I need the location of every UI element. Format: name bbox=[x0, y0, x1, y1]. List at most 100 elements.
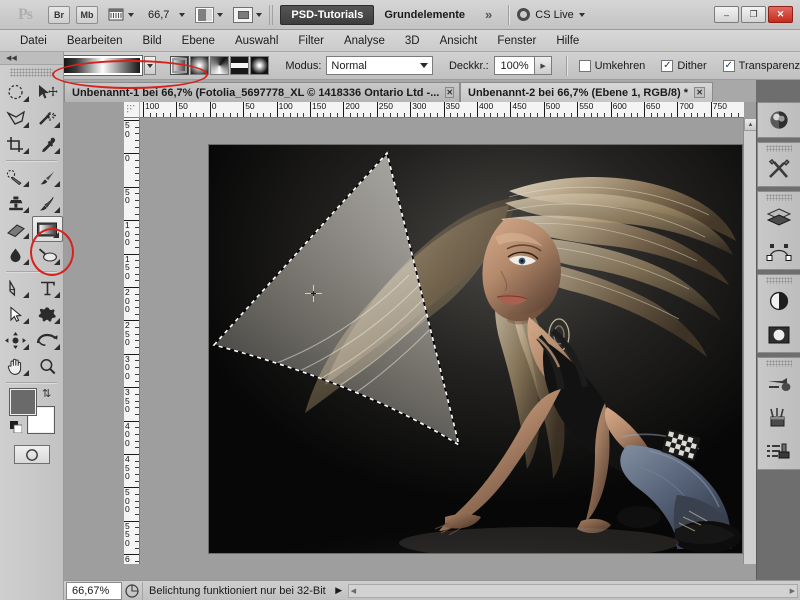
panel-button-mask[interactable] bbox=[758, 284, 800, 318]
reverse-checkbox[interactable] bbox=[578, 59, 591, 72]
arrange-documents-menu[interactable] bbox=[195, 6, 224, 23]
vertical-scrollbar[interactable]: ▲ bbox=[743, 118, 757, 564]
zoom-level-dropdown[interactable] bbox=[179, 12, 186, 17]
tool-crop[interactable] bbox=[0, 131, 32, 157]
panel-button-tool-presets[interactable] bbox=[758, 435, 800, 469]
toolbox-grip[interactable] bbox=[10, 68, 53, 77]
tool-3d-object-rotate[interactable] bbox=[0, 327, 32, 353]
menu-ebene[interactable]: Ebene bbox=[172, 35, 225, 47]
tool-move[interactable] bbox=[32, 79, 64, 105]
canvas-image[interactable] bbox=[209, 145, 742, 553]
panel-button-paths[interactable] bbox=[758, 235, 800, 269]
tool-3d-camera-rotate[interactable] bbox=[32, 327, 64, 353]
tool-history-brush[interactable] bbox=[32, 190, 64, 216]
workspace-tab-grundelemente[interactable]: Grundelemente bbox=[374, 5, 475, 25]
menu-analyse[interactable]: Analyse bbox=[334, 35, 395, 47]
tool-path-selection[interactable] bbox=[0, 301, 32, 327]
cs-live-menu[interactable]: CS Live bbox=[517, 8, 585, 21]
tool-custom-shape[interactable] bbox=[32, 301, 64, 327]
screen-mode-menu[interactable] bbox=[233, 6, 263, 23]
gradient-type-linear-button[interactable] bbox=[170, 56, 190, 75]
panel-button-brush-presets[interactable] bbox=[758, 367, 800, 401]
restore-button[interactable]: ❐ bbox=[741, 6, 766, 23]
menu-hilfe[interactable]: Hilfe bbox=[546, 35, 589, 47]
vertical-ruler[interactable]: 50050100150200250300350400450500550600 bbox=[124, 118, 140, 564]
menu-bild[interactable]: Bild bbox=[132, 35, 171, 47]
tool-blur[interactable] bbox=[0, 242, 32, 268]
dock-grip[interactable] bbox=[766, 145, 792, 152]
document-tab-unbenannt-1[interactable]: Unbenannt-1 bei 66,7% (Fotolia_5697778_X… bbox=[64, 82, 460, 102]
tool-type[interactable] bbox=[32, 275, 64, 301]
panel-button-adjustments[interactable] bbox=[758, 152, 800, 186]
workspace-tab-psd-tutorials[interactable]: PSD-Tutorials bbox=[280, 4, 375, 25]
transparency-checkbox[interactable]: ✓ bbox=[722, 59, 735, 72]
opacity-slider-button[interactable]: ▶ bbox=[535, 56, 552, 75]
menu-ansicht[interactable]: Ansicht bbox=[430, 35, 488, 47]
tool-magic-wand[interactable] bbox=[32, 105, 64, 131]
ruler-corner[interactable] bbox=[124, 102, 140, 118]
tool-gradient[interactable] bbox=[31, 216, 63, 242]
tool-pen[interactable] bbox=[0, 275, 32, 301]
dither-checkbox-row[interactable]: ✓ Dither bbox=[661, 59, 707, 72]
gradient-picker-dropdown[interactable] bbox=[143, 56, 157, 75]
menu-auswahl[interactable]: Auswahl bbox=[225, 35, 288, 47]
tool-brush[interactable] bbox=[32, 164, 64, 190]
mini-bridge-button[interactable]: Mb bbox=[76, 5, 98, 24]
tool-eraser[interactable] bbox=[0, 216, 32, 242]
swap-colors-icon[interactable]: ⇅ bbox=[42, 387, 51, 400]
close-button[interactable]: ✕ bbox=[768, 6, 793, 23]
default-colors-icon[interactable] bbox=[10, 421, 23, 434]
quick-mask-mode-button[interactable] bbox=[13, 445, 50, 464]
tool-eyedropper[interactable] bbox=[32, 131, 64, 157]
menu-fenster[interactable]: Fenster bbox=[487, 35, 546, 47]
menu-3d[interactable]: 3D bbox=[395, 35, 430, 47]
status-expand-button[interactable]: ▶ bbox=[332, 582, 346, 600]
status-preview-icon[interactable] bbox=[122, 582, 142, 600]
tool-dodge[interactable] bbox=[32, 242, 64, 268]
scroll-left-icon[interactable]: ◀ bbox=[351, 587, 356, 595]
document-tab-unbenannt-2[interactable]: Unbenannt-2 bei 66,7% (Ebene 1, RGB/8) *… bbox=[460, 82, 714, 102]
dock-grip[interactable] bbox=[766, 277, 792, 284]
tool-clone-stamp[interactable] bbox=[0, 190, 32, 216]
dock-grip[interactable] bbox=[766, 360, 792, 367]
gradient-preview-swatch[interactable] bbox=[59, 55, 143, 76]
opacity-input[interactable]: 100% bbox=[493, 56, 536, 75]
foreground-color-swatch[interactable] bbox=[9, 388, 37, 416]
gradient-type-radial-button[interactable] bbox=[190, 56, 210, 75]
gradient-type-reflected-button[interactable] bbox=[230, 56, 250, 75]
zoom-level-value[interactable]: 66,7 bbox=[148, 9, 169, 21]
menu-bearbeiten[interactable]: Bearbeiten bbox=[57, 35, 133, 47]
gradient-type-angle-button[interactable] bbox=[210, 56, 230, 75]
close-icon[interactable]: ✕ bbox=[445, 87, 455, 98]
tool-hand[interactable] bbox=[0, 353, 32, 379]
panel-button-layers[interactable] bbox=[758, 201, 800, 235]
dock-grip[interactable] bbox=[766, 194, 792, 201]
workspace-overflow-icon[interactable]: » bbox=[485, 7, 492, 22]
scroll-right-icon[interactable]: ▶ bbox=[790, 587, 795, 595]
panel-button-color[interactable] bbox=[758, 103, 800, 137]
photoshop-logo: Ps bbox=[18, 5, 33, 23]
bridge-button[interactable]: Br bbox=[48, 5, 70, 24]
ruler-minor-tick bbox=[303, 113, 305, 117]
status-zoom-input[interactable]: 66,67% bbox=[66, 581, 122, 600]
canvas-scroll-area[interactable] bbox=[140, 118, 744, 564]
reverse-checkbox-row[interactable]: Umkehren bbox=[578, 59, 645, 72]
close-icon[interactable]: ✕ bbox=[694, 87, 706, 98]
gradient-type-diamond-button[interactable] bbox=[250, 56, 270, 75]
toolbox-collapse-button[interactable]: ◀◀ bbox=[0, 52, 63, 65]
tool-spot-healing-brush[interactable] bbox=[0, 164, 32, 190]
minimize-button[interactable]: – bbox=[714, 6, 739, 23]
panel-button-channels[interactable] bbox=[758, 318, 800, 352]
blend-mode-select[interactable]: Normal bbox=[326, 56, 433, 75]
horizontal-scrollbar[interactable]: ◀ ▶ bbox=[347, 583, 798, 598]
tool-zoom[interactable] bbox=[32, 353, 64, 379]
panel-button-brush[interactable] bbox=[758, 401, 800, 435]
tool-lasso[interactable] bbox=[0, 105, 32, 131]
transparency-checkbox-row[interactable]: ✓ Transparenz bbox=[722, 59, 800, 72]
horizontal-ruler[interactable]: 100 50 0 50 100 150 200 250 300 350 400 450 500 550 60… bbox=[140, 102, 744, 118]
view-extras-menu[interactable] bbox=[108, 7, 134, 22]
menu-datei[interactable]: Datei bbox=[10, 35, 57, 47]
dither-checkbox[interactable]: ✓ bbox=[661, 59, 674, 72]
menu-filter[interactable]: Filter bbox=[288, 35, 334, 47]
tool-rectangular-marquee[interactable] bbox=[0, 79, 32, 105]
